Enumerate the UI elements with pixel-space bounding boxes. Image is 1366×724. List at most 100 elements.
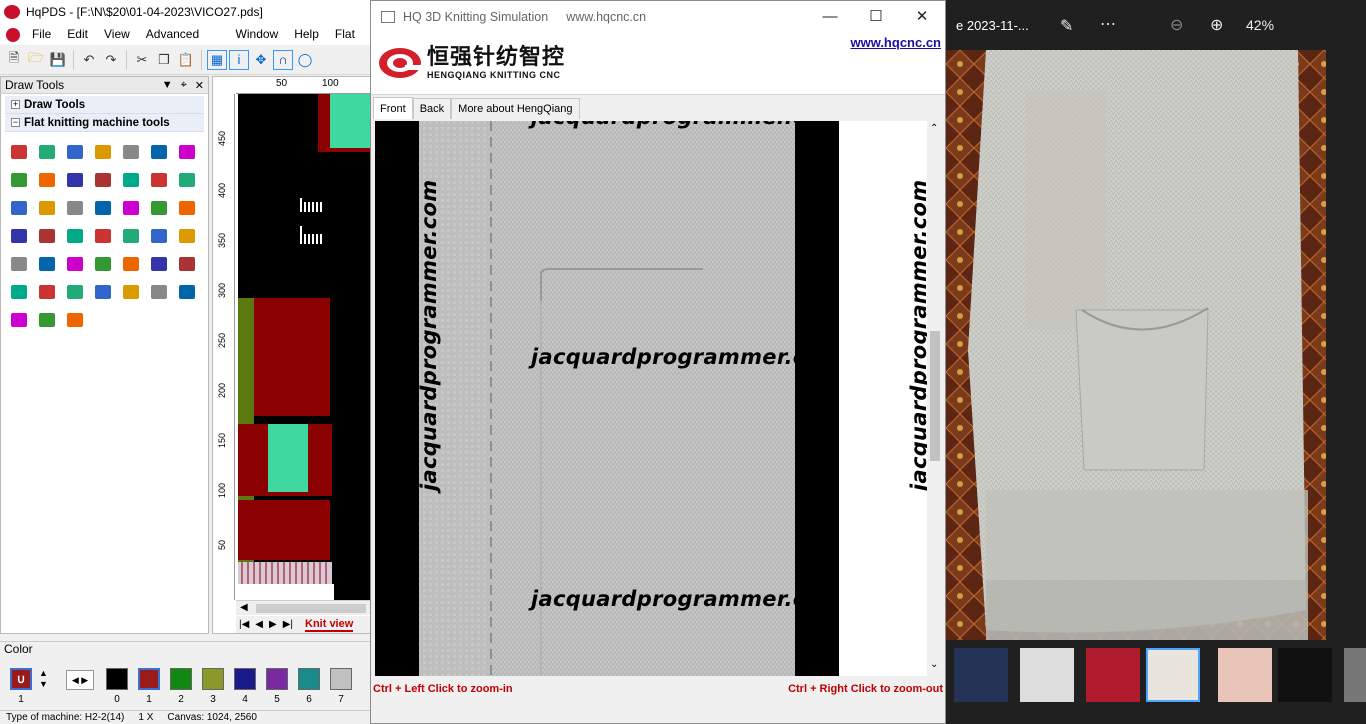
- scroll-thumb[interactable]: [256, 604, 366, 613]
- knitting-tool-icon[interactable]: [5, 166, 33, 194]
- color-spin-buttons[interactable]: ▲ ▼: [39, 668, 48, 690]
- knitting-tool-icon[interactable]: [61, 194, 89, 222]
- undo-icon[interactable]: ↶: [79, 50, 99, 70]
- knitting-tool-icon[interactable]: [5, 278, 33, 306]
- edit-icon[interactable]: ✎: [1060, 16, 1073, 36]
- filmstrip-thumbnail[interactable]: [1020, 648, 1074, 702]
- menu-view[interactable]: View: [96, 24, 138, 45]
- menu-flat-machine[interactable]: Flat m: [327, 24, 372, 62]
- menu-file[interactable]: File: [24, 24, 59, 45]
- color-swatch[interactable]: [106, 668, 128, 690]
- knitting-tool-icon[interactable]: [145, 166, 173, 194]
- redo-icon[interactable]: ↷: [101, 50, 121, 70]
- group-flat-knitting-tools[interactable]: − Flat knitting machine tools: [5, 114, 204, 132]
- tab-knit-view[interactable]: Knit view: [305, 618, 354, 632]
- knitting-tool-icon[interactable]: [89, 138, 117, 166]
- knitting-tool-icon[interactable]: [117, 222, 145, 250]
- menu-window[interactable]: Window: [228, 24, 287, 45]
- scroll-thumb[interactable]: [930, 331, 940, 461]
- cut-icon[interactable]: ✂: [132, 50, 152, 70]
- more-icon[interactable]: ⋯: [1100, 14, 1116, 34]
- knit-simulation-view[interactable]: jacquardprogrammer.com jacquardprogramme…: [375, 121, 839, 676]
- prev-page-icon[interactable]: ◀: [255, 619, 263, 630]
- maximize-button[interactable]: ☐: [853, 1, 899, 31]
- scroll-left-icon[interactable]: ◀: [240, 602, 248, 613]
- filmstrip-thumbnail[interactable]: [1218, 648, 1272, 702]
- knitting-tool-icon[interactable]: [33, 166, 61, 194]
- knitting-tool-icon[interactable]: [145, 222, 173, 250]
- new-file-icon[interactable]: 🗎: [4, 50, 24, 70]
- knitting-tool-icon[interactable]: [33, 278, 61, 306]
- knitting-tool-icon[interactable]: [61, 138, 89, 166]
- vertical-scrollbar[interactable]: ⌃ ⌄: [927, 121, 943, 676]
- info-icon[interactable]: i: [229, 49, 249, 70]
- collapse-icon[interactable]: −: [11, 118, 20, 127]
- knitting-tool-icon[interactable]: [89, 194, 117, 222]
- filmstrip-thumbnail[interactable]: [1086, 648, 1140, 702]
- knitting-tool-icon[interactable]: [173, 166, 201, 194]
- select-icon[interactable]: ◯: [295, 50, 315, 70]
- zoom-out-icon[interactable]: ⊖: [1170, 15, 1183, 35]
- filmstrip-thumbnail[interactable]: [1278, 648, 1332, 702]
- knitting-tool-icon[interactable]: [173, 278, 201, 306]
- scroll-up-icon[interactable]: ⌃: [930, 123, 938, 134]
- knitting-tool-icon[interactable]: [145, 138, 173, 166]
- knitting-tool-icon[interactable]: [89, 166, 117, 194]
- tab-front[interactable]: Front: [373, 97, 413, 119]
- move-icon[interactable]: ✥: [251, 50, 271, 70]
- knitting-tool-icon[interactable]: [89, 222, 117, 250]
- next-page-icon[interactable]: ▶: [269, 619, 277, 630]
- stitch-symbol-icon[interactable]: ∩: [273, 49, 293, 70]
- knitting-tool-icon[interactable]: [61, 166, 89, 194]
- scroll-down-icon[interactable]: ⌄: [930, 659, 938, 670]
- knitting-tool-icon[interactable]: [5, 194, 33, 222]
- grid-icon[interactable]: ▦: [207, 49, 227, 70]
- knitting-tool-icon[interactable]: [173, 250, 201, 278]
- open-folder-icon[interactable]: 🗁: [26, 50, 46, 70]
- expand-icon[interactable]: +: [11, 100, 20, 109]
- knitting-tool-icon[interactable]: [89, 250, 117, 278]
- current-color-swatch[interactable]: ∪: [10, 668, 32, 690]
- knitting-tool-icon[interactable]: [145, 250, 173, 278]
- knitting-tool-icon[interactable]: [61, 278, 89, 306]
- group-draw-tools[interactable]: + Draw Tools: [5, 96, 204, 114]
- knit-pattern-canvas[interactable]: [238, 94, 372, 600]
- knitting-tool-icon[interactable]: [117, 278, 145, 306]
- color-swatch[interactable]: [234, 668, 256, 690]
- knitting-tool-icon[interactable]: [61, 306, 89, 334]
- knitting-tool-icon[interactable]: [117, 250, 145, 278]
- color-swatch[interactable]: [266, 668, 288, 690]
- filmstrip-thumbnail-selected[interactable]: [1146, 648, 1200, 702]
- tab-more-about[interactable]: More about HengQiang: [451, 98, 580, 119]
- color-swatch[interactable]: [202, 668, 224, 690]
- knitting-tool-icon[interactable]: [5, 250, 33, 278]
- knitting-tool-icon[interactable]: [117, 138, 145, 166]
- website-link[interactable]: www.hqcnc.cn: [850, 35, 941, 50]
- knitting-tool-icon[interactable]: [33, 250, 61, 278]
- tab-back[interactable]: Back: [412, 98, 452, 119]
- copy-icon[interactable]: ❐: [154, 50, 174, 70]
- knitting-tool-icon[interactable]: [89, 278, 117, 306]
- panel-pin-icon[interactable]: ⌖: [181, 79, 187, 92]
- first-page-icon[interactable]: |◀: [239, 619, 249, 630]
- color-swatch[interactable]: [298, 668, 320, 690]
- knitting-tool-icon[interactable]: [117, 194, 145, 222]
- knitting-tool-icon[interactable]: [61, 250, 89, 278]
- filmstrip-thumbnail[interactable]: [1344, 648, 1366, 702]
- knitting-tool-icon[interactable]: [61, 222, 89, 250]
- knitting-tool-icon[interactable]: [173, 222, 201, 250]
- panel-close-icon[interactable]: ✕: [195, 79, 204, 92]
- knitting-tool-icon[interactable]: [173, 194, 201, 222]
- horizontal-scrollbar[interactable]: ◀: [236, 600, 372, 615]
- app-menu-icon[interactable]: [6, 27, 20, 42]
- knitting-tool-icon[interactable]: [5, 222, 33, 250]
- color-swatch[interactable]: [330, 668, 352, 690]
- last-page-icon[interactable]: ▶|: [283, 619, 293, 630]
- knitting-tool-icon[interactable]: [5, 306, 33, 334]
- minimize-button[interactable]: —: [807, 1, 853, 31]
- garment-photo[interactable]: [946, 50, 1326, 640]
- save-icon[interactable]: 💾: [48, 50, 68, 70]
- color-swatch[interactable]: [170, 668, 192, 690]
- menu-help[interactable]: Help: [286, 24, 327, 45]
- knitting-tool-icon[interactable]: [5, 138, 33, 166]
